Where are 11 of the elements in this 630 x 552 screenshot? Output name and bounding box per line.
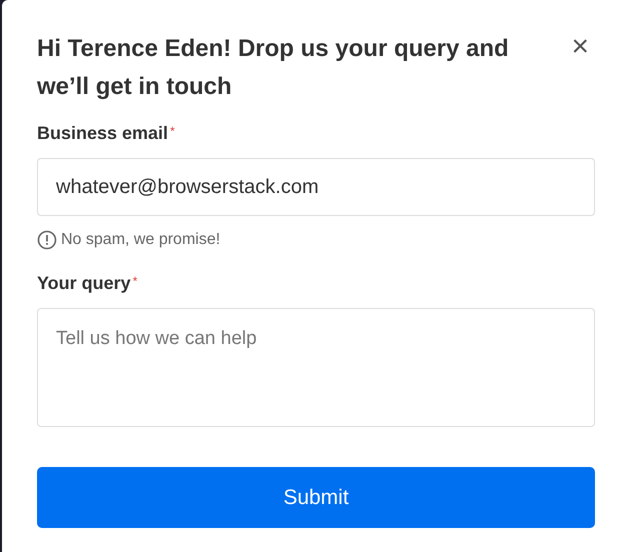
submit-button[interactable]: Submit [37, 467, 595, 528]
required-mark: * [170, 123, 175, 139]
field-label: Your query [37, 272, 131, 295]
info-icon [37, 230, 57, 250]
query-field[interactable]: Tell us how we can help [37, 308, 595, 427]
field-label: Business email [37, 122, 168, 145]
dialog-title: Hi Terence Eden! Drop us your query and we’ll get in touch [37, 34, 510, 102]
hint-text: No spam, we promise! [61, 230, 220, 250]
required-mark: * [132, 273, 138, 289]
email-field[interactable]: whatever@browserstack.com [37, 158, 595, 216]
close-button[interactable]: × [571, 32, 589, 62]
